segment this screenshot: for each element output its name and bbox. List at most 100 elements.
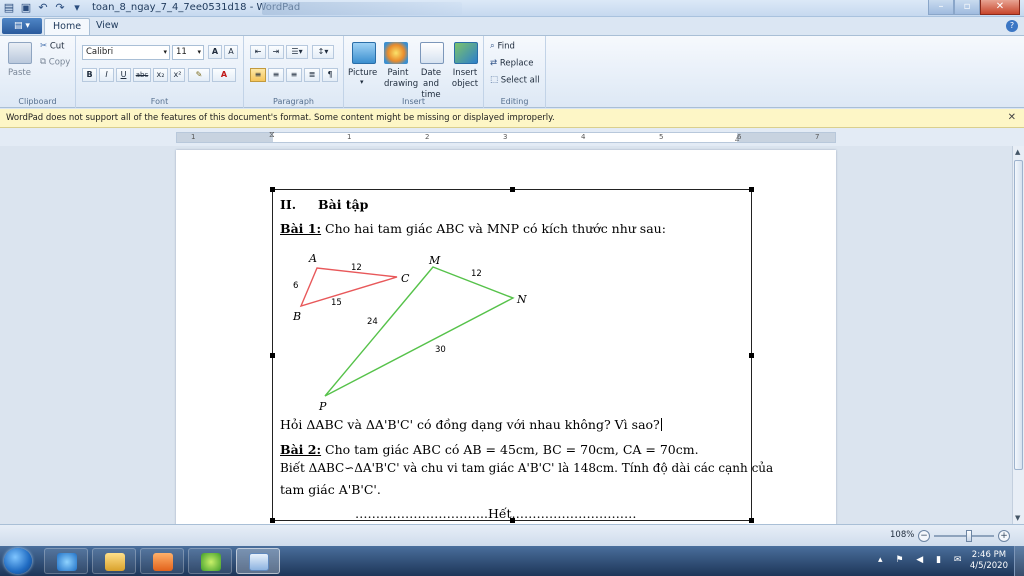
internet-explorer-icon	[57, 553, 77, 571]
paint-icon[interactable]	[384, 42, 408, 64]
taskbar-media-player[interactable]	[140, 548, 184, 574]
copy-button[interactable]: ⧉ Copy	[40, 57, 70, 68]
paint-drawing-button[interactable]: Paint drawing	[384, 68, 418, 90]
ruler[interactable]: 1 1 2 3 4 5 6 7 ⧖ ▵	[176, 130, 836, 143]
shrink-font-button[interactable]: A	[224, 45, 238, 59]
scroll-down-icon[interactable]: ▼	[1015, 514, 1020, 522]
taskbar-coccoc[interactable]	[188, 548, 232, 574]
scrollbar-thumb[interactable]	[1014, 160, 1023, 470]
minimize-button[interactable]: –	[928, 0, 954, 15]
help-icon[interactable]: ?	[1006, 20, 1018, 32]
show-desktop-button[interactable]	[1014, 546, 1024, 576]
bold-button[interactable]: B	[82, 68, 97, 82]
align-right-button[interactable]: ≡	[286, 68, 302, 82]
align-center-button[interactable]: ≡	[268, 68, 284, 82]
wordpad-icon[interactable]: ▤	[2, 1, 16, 15]
resize-handle[interactable]	[510, 187, 515, 192]
font-family-select[interactable]: Calibri ▾	[82, 45, 170, 60]
italic-button[interactable]: I	[99, 68, 114, 82]
maximize-button[interactable]: ▫	[954, 0, 980, 15]
system-tray-icons[interactable]: ▴ ⚑ ◀ ▮ ✉	[878, 555, 966, 565]
insert-group-label: Insert	[402, 97, 425, 106]
end-line: …………………………..Hết…………………………	[355, 506, 637, 521]
wordpad-icon	[249, 553, 269, 571]
line-spacing-button[interactable]: ↕▾	[312, 45, 334, 59]
length-ab-label: 6	[293, 281, 298, 291]
clipboard-group: Paste ✂ Cut ⧉ Copy Clipboard	[0, 36, 76, 108]
start-button[interactable]	[4, 548, 32, 574]
question-text: Hỏi ΔABC và ΔA'B'C' có đồng dạng với nha…	[280, 417, 660, 432]
close-infobar-icon[interactable]: ✕	[1008, 109, 1016, 127]
superscript-button[interactable]: x²	[170, 68, 185, 82]
save-icon[interactable]: ▣	[19, 1, 33, 15]
font-size-select[interactable]: 11 ▾	[172, 45, 204, 60]
decrease-indent-button[interactable]: ⇤	[250, 45, 266, 59]
picture-button[interactable]: Picture	[348, 68, 377, 78]
replace-button[interactable]: ⇄ Replace	[490, 58, 533, 69]
tab-view[interactable]: View	[88, 18, 127, 35]
underline-button[interactable]: U	[116, 68, 131, 82]
paste-icon[interactable]	[8, 42, 32, 64]
embedded-document-object[interactable]: II. Bài tập Bài 1: Cho hai tam giác ABC …	[270, 187, 773, 523]
length-ac-label: 12	[351, 263, 362, 273]
justify-button[interactable]: ≣	[304, 68, 320, 82]
bullets-button[interactable]: ☰▾	[286, 45, 308, 59]
clock[interactable]: 2:46 PM 4/5/2020	[970, 550, 1008, 572]
application-menu-button[interactable]: ▤ ▾	[2, 18, 42, 34]
zoom-out-button[interactable]: −	[918, 530, 930, 542]
align-left-button[interactable]: ≡	[250, 68, 266, 82]
taskbar-explorer[interactable]	[92, 548, 136, 574]
scissors-icon: ✂	[40, 41, 48, 51]
taskbar-ie[interactable]	[44, 548, 88, 574]
indent-marker-icon[interactable]: ⧖	[269, 130, 275, 140]
replace-icon: ⇄	[490, 58, 498, 68]
find-button[interactable]: ⌕ Find	[490, 41, 515, 52]
section-title: Bài tập	[318, 197, 369, 212]
font-color-button[interactable]: A	[212, 68, 236, 82]
zoom-in-button[interactable]: +	[998, 530, 1010, 542]
triangle-abc	[299, 267, 398, 308]
insert-object-button[interactable]: Insert object	[450, 68, 480, 90]
customize-qat-icon[interactable]: ▾	[70, 1, 84, 15]
ribbon: Paste ✂ Cut ⧉ Copy Clipboard Calibri ▾ 11…	[0, 35, 1024, 108]
undo-icon[interactable]: ↶	[36, 1, 50, 15]
highlight-button[interactable]: ✎	[188, 68, 210, 82]
right-indent-marker-icon[interactable]: ▵	[735, 134, 739, 143]
picture-icon[interactable]	[352, 42, 376, 64]
taskbar-wordpad[interactable]	[236, 548, 280, 574]
select-all-button[interactable]: ⬚ Select all	[490, 75, 540, 86]
select-all-icon: ⬚	[490, 75, 499, 85]
object-icon[interactable]	[454, 42, 478, 64]
tab-home[interactable]: Home	[44, 18, 91, 35]
cut-button[interactable]: ✂ Cut	[40, 41, 64, 52]
insert-group: Picture ▾ Paint drawing Date and time In…	[344, 36, 484, 108]
folder-icon	[105, 553, 125, 571]
strikethrough-button[interactable]: abc	[133, 68, 151, 82]
vertex-a-label: A	[308, 252, 317, 265]
grow-font-button[interactable]: A	[208, 45, 222, 59]
calendar-icon[interactable]	[420, 42, 444, 64]
ruler-right-margin	[737, 133, 835, 142]
scroll-up-icon[interactable]: ▲	[1015, 148, 1020, 156]
zoom-slider[interactable]	[934, 535, 994, 537]
zoom-slider-thumb[interactable]	[966, 530, 972, 542]
resize-handle[interactable]	[749, 518, 754, 523]
exercise-2-line-3: tam giác A'B'C'.	[280, 482, 381, 497]
paragraph-dialog-button[interactable]: ¶	[322, 68, 338, 82]
picture-dropdown-icon[interactable]: ▾	[360, 78, 364, 86]
length-bc-label: 15	[331, 298, 342, 308]
paragraph-group-label: Paragraph	[273, 97, 314, 106]
triangle-mnp	[324, 266, 515, 397]
resize-handle[interactable]	[749, 187, 754, 192]
vertical-scrollbar[interactable]: ▲ ▼	[1012, 146, 1024, 524]
resize-handle[interactable]	[270, 187, 275, 192]
close-button[interactable]: ✕	[980, 0, 1020, 15]
increase-indent-button[interactable]: ⇥	[268, 45, 284, 59]
font-group: Calibri ▾ 11 ▾ A A B I U abc x₂ x² ✎ A Fon…	[76, 36, 244, 108]
ruler-number: 1	[347, 133, 352, 141]
resize-handle[interactable]	[270, 518, 275, 523]
subscript-button[interactable]: x₂	[153, 68, 168, 82]
font-group-label: Font	[150, 97, 169, 106]
background-window-ghost	[262, 2, 462, 15]
redo-icon[interactable]: ↷	[53, 1, 67, 15]
